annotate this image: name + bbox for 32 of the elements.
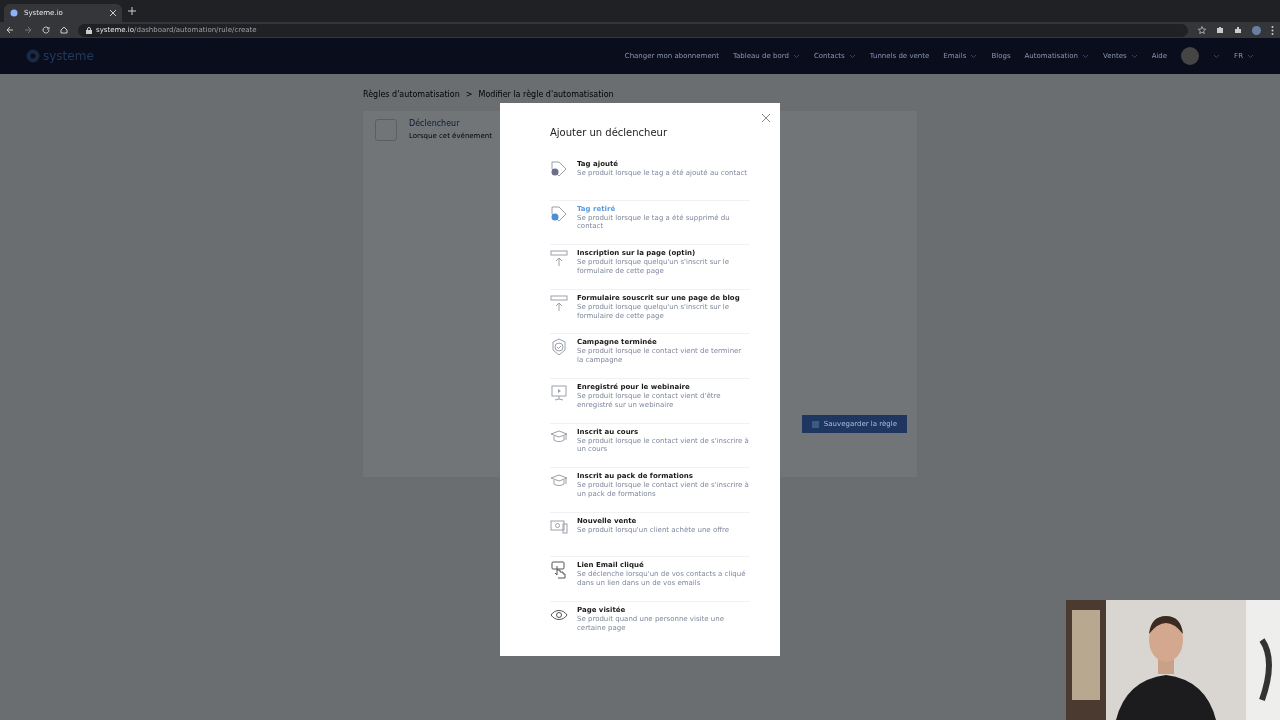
modal-title: Ajouter un déclencheur [550, 127, 668, 138]
globe-icon [10, 9, 18, 17]
trigger-title[interactable]: Déclencheur [409, 119, 492, 128]
caret-icon [970, 53, 978, 59]
profile-icon[interactable] [1252, 25, 1261, 35]
save-icon [811, 420, 819, 428]
badge-check-icon [550, 338, 568, 357]
home-icon[interactable] [60, 26, 68, 34]
close-icon[interactable] [110, 10, 116, 16]
tag-icon [550, 204, 568, 223]
star-icon[interactable] [1198, 26, 1206, 34]
caret-icon [1081, 53, 1089, 59]
breadcrumb-separator: > [465, 90, 473, 99]
menu-icon[interactable] [1271, 25, 1274, 35]
tag-icon [550, 160, 568, 178]
video-screen-icon [550, 382, 568, 401]
new-tab-icon[interactable] [128, 7, 136, 15]
caret-icon [1130, 53, 1138, 59]
form-upload-icon [550, 249, 568, 268]
back-icon[interactable] [6, 26, 14, 34]
breadcrumb-link[interactable]: Règles d'automatisation [363, 90, 460, 99]
reload-icon[interactable] [42, 26, 50, 34]
logo-icon [26, 49, 40, 63]
caret-icon [792, 53, 800, 59]
caret-icon [1213, 53, 1221, 59]
breadcrumb-current: Modifier la règle d'automatisation [478, 90, 614, 99]
caret-icon [848, 53, 856, 59]
form-upload-icon [550, 293, 568, 312]
caret-icon [1247, 53, 1254, 59]
lock-icon [86, 26, 92, 34]
close-button[interactable] [762, 113, 770, 124]
forward-icon[interactable] [24, 26, 32, 34]
